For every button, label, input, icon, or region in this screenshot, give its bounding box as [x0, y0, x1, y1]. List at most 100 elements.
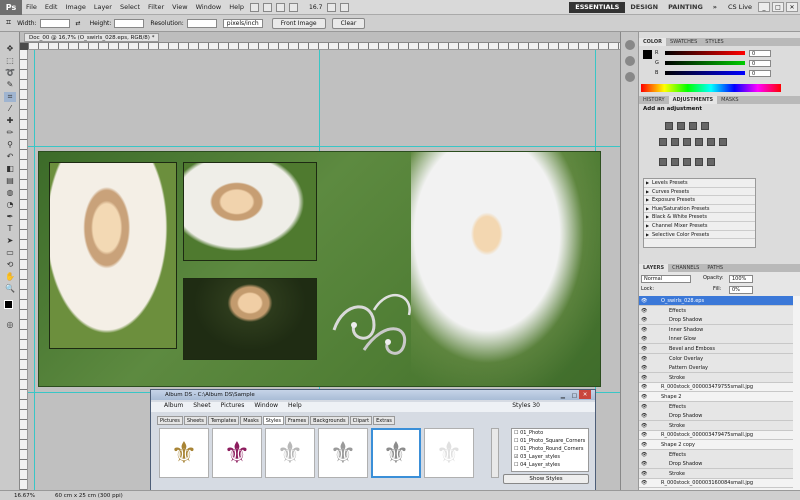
preset-channel-mixer[interactable]: Channel Mixer Presets: [644, 222, 755, 231]
selective-color-icon[interactable]: [707, 158, 715, 166]
style-folder-item[interactable]: 01_Photo_Round_Corners: [512, 445, 588, 453]
layer-row[interactable]: 👁 Shape 2 copy: [639, 440, 793, 450]
layer-effect-row[interactable]: 👁 Stroke: [639, 372, 793, 383]
layer-effect-row[interactable]: 👁 Drop Shadow: [639, 459, 793, 470]
gradient-map-icon[interactable]: [695, 158, 703, 166]
menu-filter[interactable]: Filter: [144, 3, 168, 11]
layer-effect-row[interactable]: 👁 Stroke: [639, 468, 793, 479]
style-thumbnail[interactable]: ⚜: [159, 428, 209, 478]
foreground-color-swatch[interactable]: [643, 50, 652, 59]
layer-effect-row[interactable]: 👁 Drop Shadow: [639, 315, 793, 326]
visibility-eye-icon[interactable]: 👁: [641, 404, 647, 410]
album-minimize-icon[interactable]: ▁: [561, 391, 565, 401]
preset-hue-saturation[interactable]: Hue/Saturation Presets: [644, 205, 755, 214]
channel-mixer-icon[interactable]: [719, 138, 727, 146]
preset-curves[interactable]: Curves Presets: [644, 188, 755, 197]
visibility-eye-icon[interactable]: 👁: [641, 336, 647, 342]
color-spectrum-bar[interactable]: [641, 84, 781, 92]
workspace-painting[interactable]: PAINTING: [663, 3, 708, 11]
marquee-tool-icon[interactable]: ⬚: [4, 56, 16, 66]
thumbnail-scrollbar[interactable]: [491, 428, 499, 478]
height-input[interactable]: [114, 18, 145, 28]
color-balance-icon[interactable]: [683, 138, 691, 146]
tab-history[interactable]: HISTORY: [639, 96, 669, 104]
visibility-eye-icon[interactable]: 👁: [641, 365, 647, 371]
menu-image[interactable]: Image: [61, 3, 89, 11]
clone-stamp-tool-icon[interactable]: ⚲: [4, 140, 16, 150]
album-tab-frames[interactable]: Frames: [284, 416, 310, 425]
menu-file[interactable]: File: [22, 3, 41, 11]
curves-icon[interactable]: [689, 122, 697, 130]
brightness-icon[interactable]: [665, 122, 673, 130]
layer-row[interactable]: 👁 R_000stock_000003479755small.jpg: [639, 382, 793, 393]
visibility-eye-icon[interactable]: 👁: [641, 442, 647, 448]
visibility-eye-icon[interactable]: 👁: [641, 423, 647, 429]
mini-bridge-icon[interactable]: [263, 2, 273, 12]
visibility-eye-icon[interactable]: 👁: [641, 452, 647, 458]
album-close-icon[interactable]: ✕: [579, 390, 591, 399]
visibility-eye-icon[interactable]: 👁: [641, 432, 647, 438]
layer-row[interactable]: 👁 R_000stock_000003479475small.jpg: [639, 430, 793, 441]
layer-row[interactable]: 👁 R_000stock_000003160084small.jpg: [639, 478, 793, 489]
tab-swatches[interactable]: SWATCHES: [666, 38, 701, 46]
album-maximize-icon[interactable]: □: [572, 391, 577, 401]
menu-window[interactable]: Window: [192, 3, 226, 11]
red-slider[interactable]: [665, 51, 745, 55]
zoom-level-select[interactable]: 16.7: [306, 4, 325, 11]
style-thumbnail-selected[interactable]: ⚜: [371, 428, 421, 478]
eyedropper-tool-icon[interactable]: ⁄: [4, 104, 16, 114]
style-folder-item[interactable]: 01_Photo_Square_Corners: [512, 437, 588, 445]
3d-rotate-tool-icon[interactable]: ⟲: [4, 260, 16, 270]
hand-icon[interactable]: [276, 2, 286, 12]
layer-effect-row[interactable]: 👁 Stroke: [639, 420, 793, 431]
lasso-tool-icon[interactable]: ➰: [4, 68, 16, 78]
album-menu-sheet[interactable]: Sheet: [188, 402, 215, 412]
album-menu-album[interactable]: Album: [159, 402, 188, 412]
style-folder-item-checked[interactable]: 03_Layer_styles: [512, 453, 588, 461]
resolution-unit-select[interactable]: pixels/inch: [222, 18, 263, 28]
preset-levels[interactable]: Levels Presets: [644, 179, 755, 188]
visibility-eye-icon[interactable]: 👁: [641, 480, 647, 486]
layer-effect-row[interactable]: 👁 Inner Glow: [639, 334, 793, 345]
blend-mode-select[interactable]: Normal: [641, 275, 691, 283]
album-tab-sheets[interactable]: Sheets: [183, 416, 207, 425]
brush-tool-icon[interactable]: ✏: [4, 128, 16, 138]
swatches-panel-icon[interactable]: [625, 56, 635, 66]
blur-tool-icon[interactable]: ◍: [4, 188, 16, 198]
front-image-button[interactable]: Front Image: [271, 17, 326, 29]
layer-effect-row[interactable]: 👁 Pattern Overlay: [639, 363, 793, 374]
album-menu-pictures[interactable]: Pictures: [216, 402, 250, 412]
visibility-eye-icon[interactable]: 👁: [641, 308, 647, 314]
status-zoom[interactable]: 16.67%: [14, 493, 35, 499]
red-value-input[interactable]: 0: [749, 49, 771, 57]
blue-value-input[interactable]: 0: [749, 69, 771, 77]
levels-icon[interactable]: [677, 122, 685, 130]
layer-effect-row[interactable]: 👁 Color Overlay: [639, 353, 793, 364]
visibility-eye-icon[interactable]: 👁: [641, 384, 647, 390]
layer-row[interactable]: 👁 O_swirls_028.eps: [639, 296, 793, 306]
maximize-icon[interactable]: □: [772, 2, 784, 12]
width-input[interactable]: [39, 18, 70, 28]
album-tab-clipart[interactable]: Clipart: [349, 416, 373, 425]
color-panel-icon[interactable]: [625, 40, 635, 50]
fill-input[interactable]: 0%: [729, 286, 753, 294]
tab-channels[interactable]: CHANNELS: [668, 264, 703, 272]
bridge-icon[interactable]: [250, 2, 260, 12]
album-tab-extras[interactable]: Extras: [373, 416, 395, 425]
workspace-more-icon[interactable]: »: [708, 3, 722, 11]
type-tool-icon[interactable]: T: [4, 224, 16, 234]
bride-leaning-photo[interactable]: [183, 278, 317, 360]
crop-tool-icon[interactable]: ⌗: [6, 18, 11, 28]
album-spread[interactable]: [38, 151, 601, 387]
close-icon[interactable]: ✕: [786, 2, 798, 12]
shape-tool-icon[interactable]: ▭: [4, 248, 16, 258]
visibility-eye-icon[interactable]: 👁: [641, 298, 647, 304]
swirl-ornament[interactable]: [324, 270, 424, 370]
gradient-tool-icon[interactable]: ▤: [4, 176, 16, 186]
workspace-essentials[interactable]: ESSENTIALS: [569, 1, 626, 13]
menu-edit[interactable]: Edit: [41, 3, 62, 11]
bride-bouquet-photo[interactable]: [183, 162, 317, 261]
workspace-design[interactable]: DESIGN: [625, 3, 663, 11]
style-thumbnail[interactable]: ⚜: [424, 428, 474, 478]
visibility-eye-icon[interactable]: 👁: [641, 317, 647, 323]
